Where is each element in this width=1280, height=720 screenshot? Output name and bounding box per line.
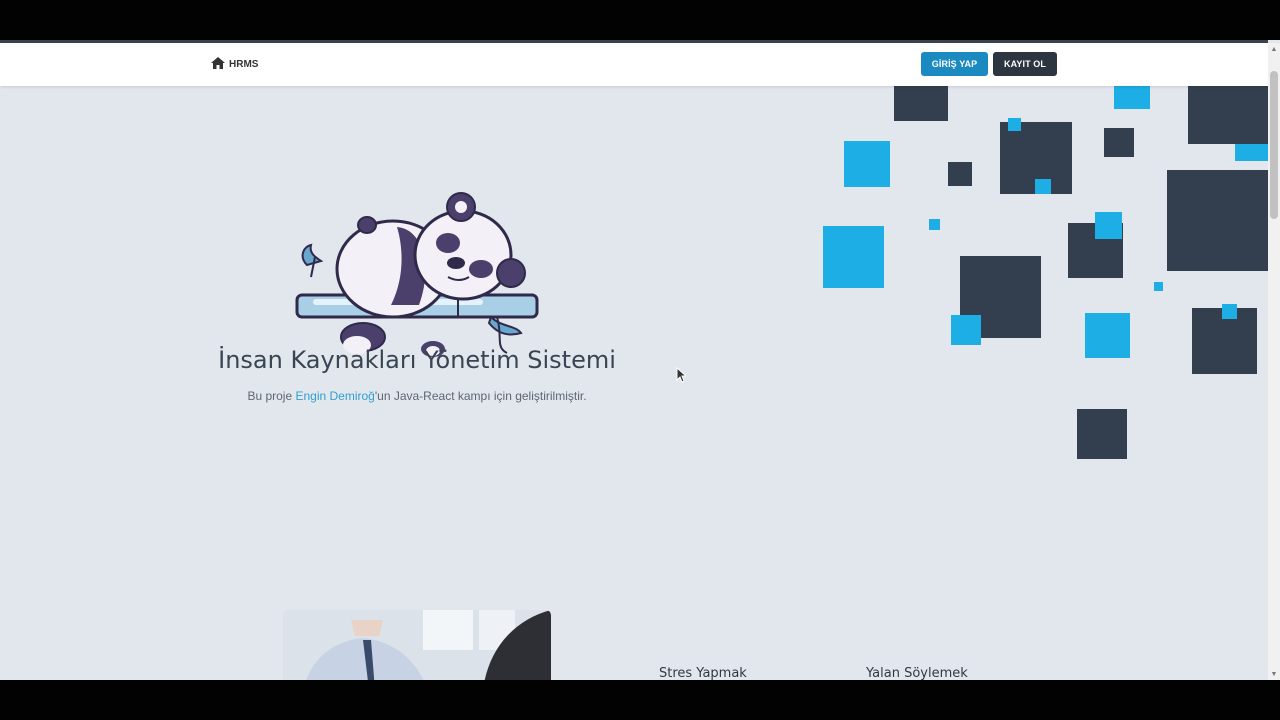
feature-card-image (283, 610, 551, 680)
register-button[interactable]: KAYIT OL (993, 52, 1057, 76)
scroll-down-arrow-icon[interactable]: ▼ (1268, 668, 1280, 680)
hero-subtitle: Bu proje Engin Demiroğ'un Java-React kam… (200, 389, 634, 403)
feature-label-stress: Stres Yapmak (659, 666, 747, 680)
navbar: HRMS GİRİŞ YAP KAYIT OL (0, 43, 1268, 86)
feature-label-lying: Yalan Söylemek (866, 666, 968, 680)
author-link[interactable]: Engin Demiroğ (295, 389, 374, 403)
page-scrollbar[interactable]: ▲ ▼ (1268, 43, 1280, 680)
top-letterbox (0, 0, 1280, 40)
scroll-up-arrow-icon[interactable]: ▲ (1268, 43, 1280, 55)
subtitle-suffix: 'un Java-React kampı için geliştirilmişt… (374, 389, 587, 403)
brand-link[interactable]: HRMS (211, 57, 258, 72)
browser-viewport: HRMS GİRİŞ YAP KAYIT OL ▲ ▼ İnsan Kaynak… (0, 40, 1280, 680)
hero-title: İnsan Kaynakları Yönetim Sistemi (218, 346, 616, 374)
subtitle-prefix: Bu proje (247, 389, 296, 403)
bottom-letterbox (0, 680, 1280, 720)
login-button[interactable]: GİRİŞ YAP (921, 52, 988, 76)
panda-illustration (293, 187, 543, 380)
brand-label: HRMS (229, 59, 259, 70)
scroll-thumb[interactable] (1270, 71, 1278, 219)
mouse-pointer-icon (676, 366, 688, 383)
home-icon (211, 57, 225, 72)
